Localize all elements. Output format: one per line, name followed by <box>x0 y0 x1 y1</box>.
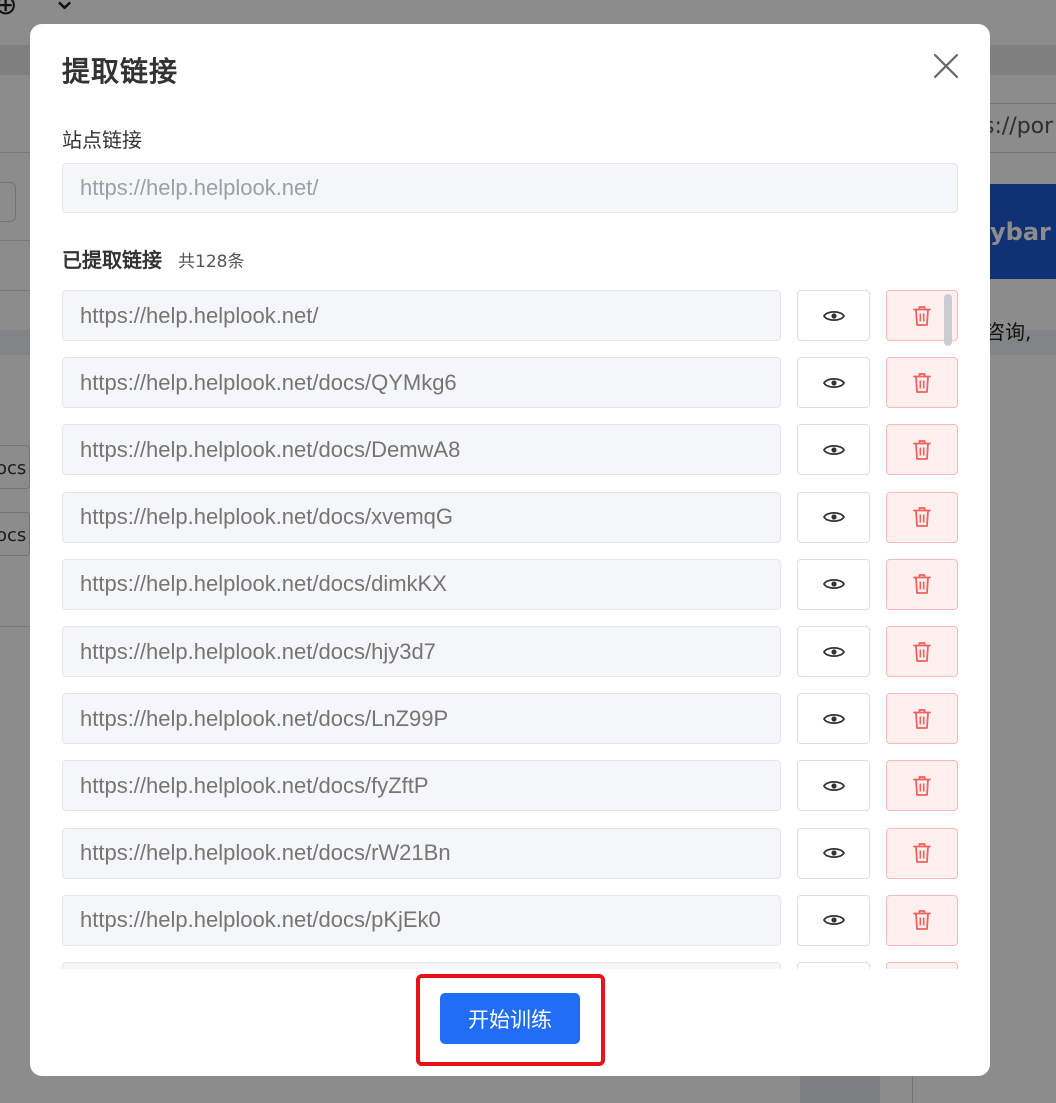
delete-link-button[interactable] <box>886 357 958 409</box>
view-link-button[interactable] <box>797 558 870 610</box>
link-row <box>62 491 958 543</box>
start-training-button[interactable]: 开始训练 <box>440 993 580 1044</box>
trash-icon <box>913 910 931 931</box>
trash-icon <box>913 305 931 326</box>
trash-icon <box>913 775 931 796</box>
close-button[interactable] <box>930 50 962 82</box>
link-row <box>62 357 958 409</box>
link-input[interactable] <box>62 827 781 879</box>
extracted-links-title: 已提取链接 <box>62 248 162 272</box>
link-row <box>62 962 958 969</box>
link-row <box>62 693 958 745</box>
close-icon <box>933 53 959 79</box>
eye-icon <box>822 646 845 657</box>
delete-link-button[interactable] <box>886 424 958 476</box>
eye-icon <box>822 713 845 724</box>
trash-icon <box>913 843 931 863</box>
link-row <box>62 827 958 879</box>
extracted-links-header: 已提取链接 共128条 <box>62 244 244 273</box>
trash-icon <box>913 439 931 460</box>
site-link-input[interactable] <box>62 163 958 213</box>
delete-link-button[interactable] <box>886 962 958 969</box>
link-row <box>62 760 958 812</box>
delete-link-button[interactable] <box>886 626 958 677</box>
view-link-button[interactable] <box>797 894 870 946</box>
delete-link-button[interactable] <box>886 558 958 610</box>
dialog-title: 提取链接 <box>62 55 179 88</box>
link-input[interactable] <box>62 491 781 543</box>
trash-icon <box>913 708 931 729</box>
view-link-button[interactable] <box>797 962 870 969</box>
link-row <box>62 558 958 610</box>
delete-link-button[interactable] <box>886 491 958 543</box>
delete-link-button[interactable] <box>886 894 958 946</box>
trash-icon <box>913 574 931 595</box>
trash-icon <box>913 507 931 527</box>
eye-icon <box>822 915 845 926</box>
link-input[interactable] <box>62 760 781 812</box>
delete-link-button[interactable] <box>886 827 958 879</box>
delete-link-button[interactable] <box>886 693 958 745</box>
link-input[interactable] <box>62 894 781 946</box>
eye-icon <box>822 780 845 791</box>
link-row <box>62 626 958 677</box>
eye-icon <box>822 310 845 321</box>
view-link-button[interactable] <box>797 827 870 879</box>
view-link-button[interactable] <box>797 290 870 341</box>
eye-icon <box>822 848 845 859</box>
view-link-button[interactable] <box>797 424 870 476</box>
eye-icon <box>822 444 845 455</box>
link-input[interactable] <box>62 626 781 677</box>
eye-icon <box>822 579 845 590</box>
extracted-links-count: 共128条 <box>178 252 245 272</box>
list-scrollbar[interactable] <box>944 294 952 346</box>
link-input[interactable] <box>62 290 781 341</box>
link-input[interactable] <box>62 357 781 409</box>
eye-icon <box>822 377 845 388</box>
view-link-button[interactable] <box>797 760 870 812</box>
extracted-links-list[interactable] <box>62 290 958 969</box>
eye-icon <box>822 512 845 523</box>
view-link-button[interactable] <box>797 626 870 677</box>
view-link-button[interactable] <box>797 693 870 745</box>
link-row <box>62 894 958 946</box>
link-input[interactable] <box>62 424 781 476</box>
link-row <box>62 424 958 476</box>
trash-icon <box>913 372 931 393</box>
link-input[interactable] <box>62 558 781 610</box>
extract-links-dialog: 提取链接 站点链接 已提取链接 共128条 开始训练 <box>30 24 990 1076</box>
delete-link-button[interactable] <box>886 760 958 812</box>
trash-icon <box>913 641 931 662</box>
view-link-button[interactable] <box>797 357 870 409</box>
link-row <box>62 290 958 341</box>
link-input[interactable] <box>62 693 781 745</box>
link-input[interactable] <box>62 962 781 969</box>
site-link-label: 站点链接 <box>62 128 142 152</box>
view-link-button[interactable] <box>797 491 870 543</box>
